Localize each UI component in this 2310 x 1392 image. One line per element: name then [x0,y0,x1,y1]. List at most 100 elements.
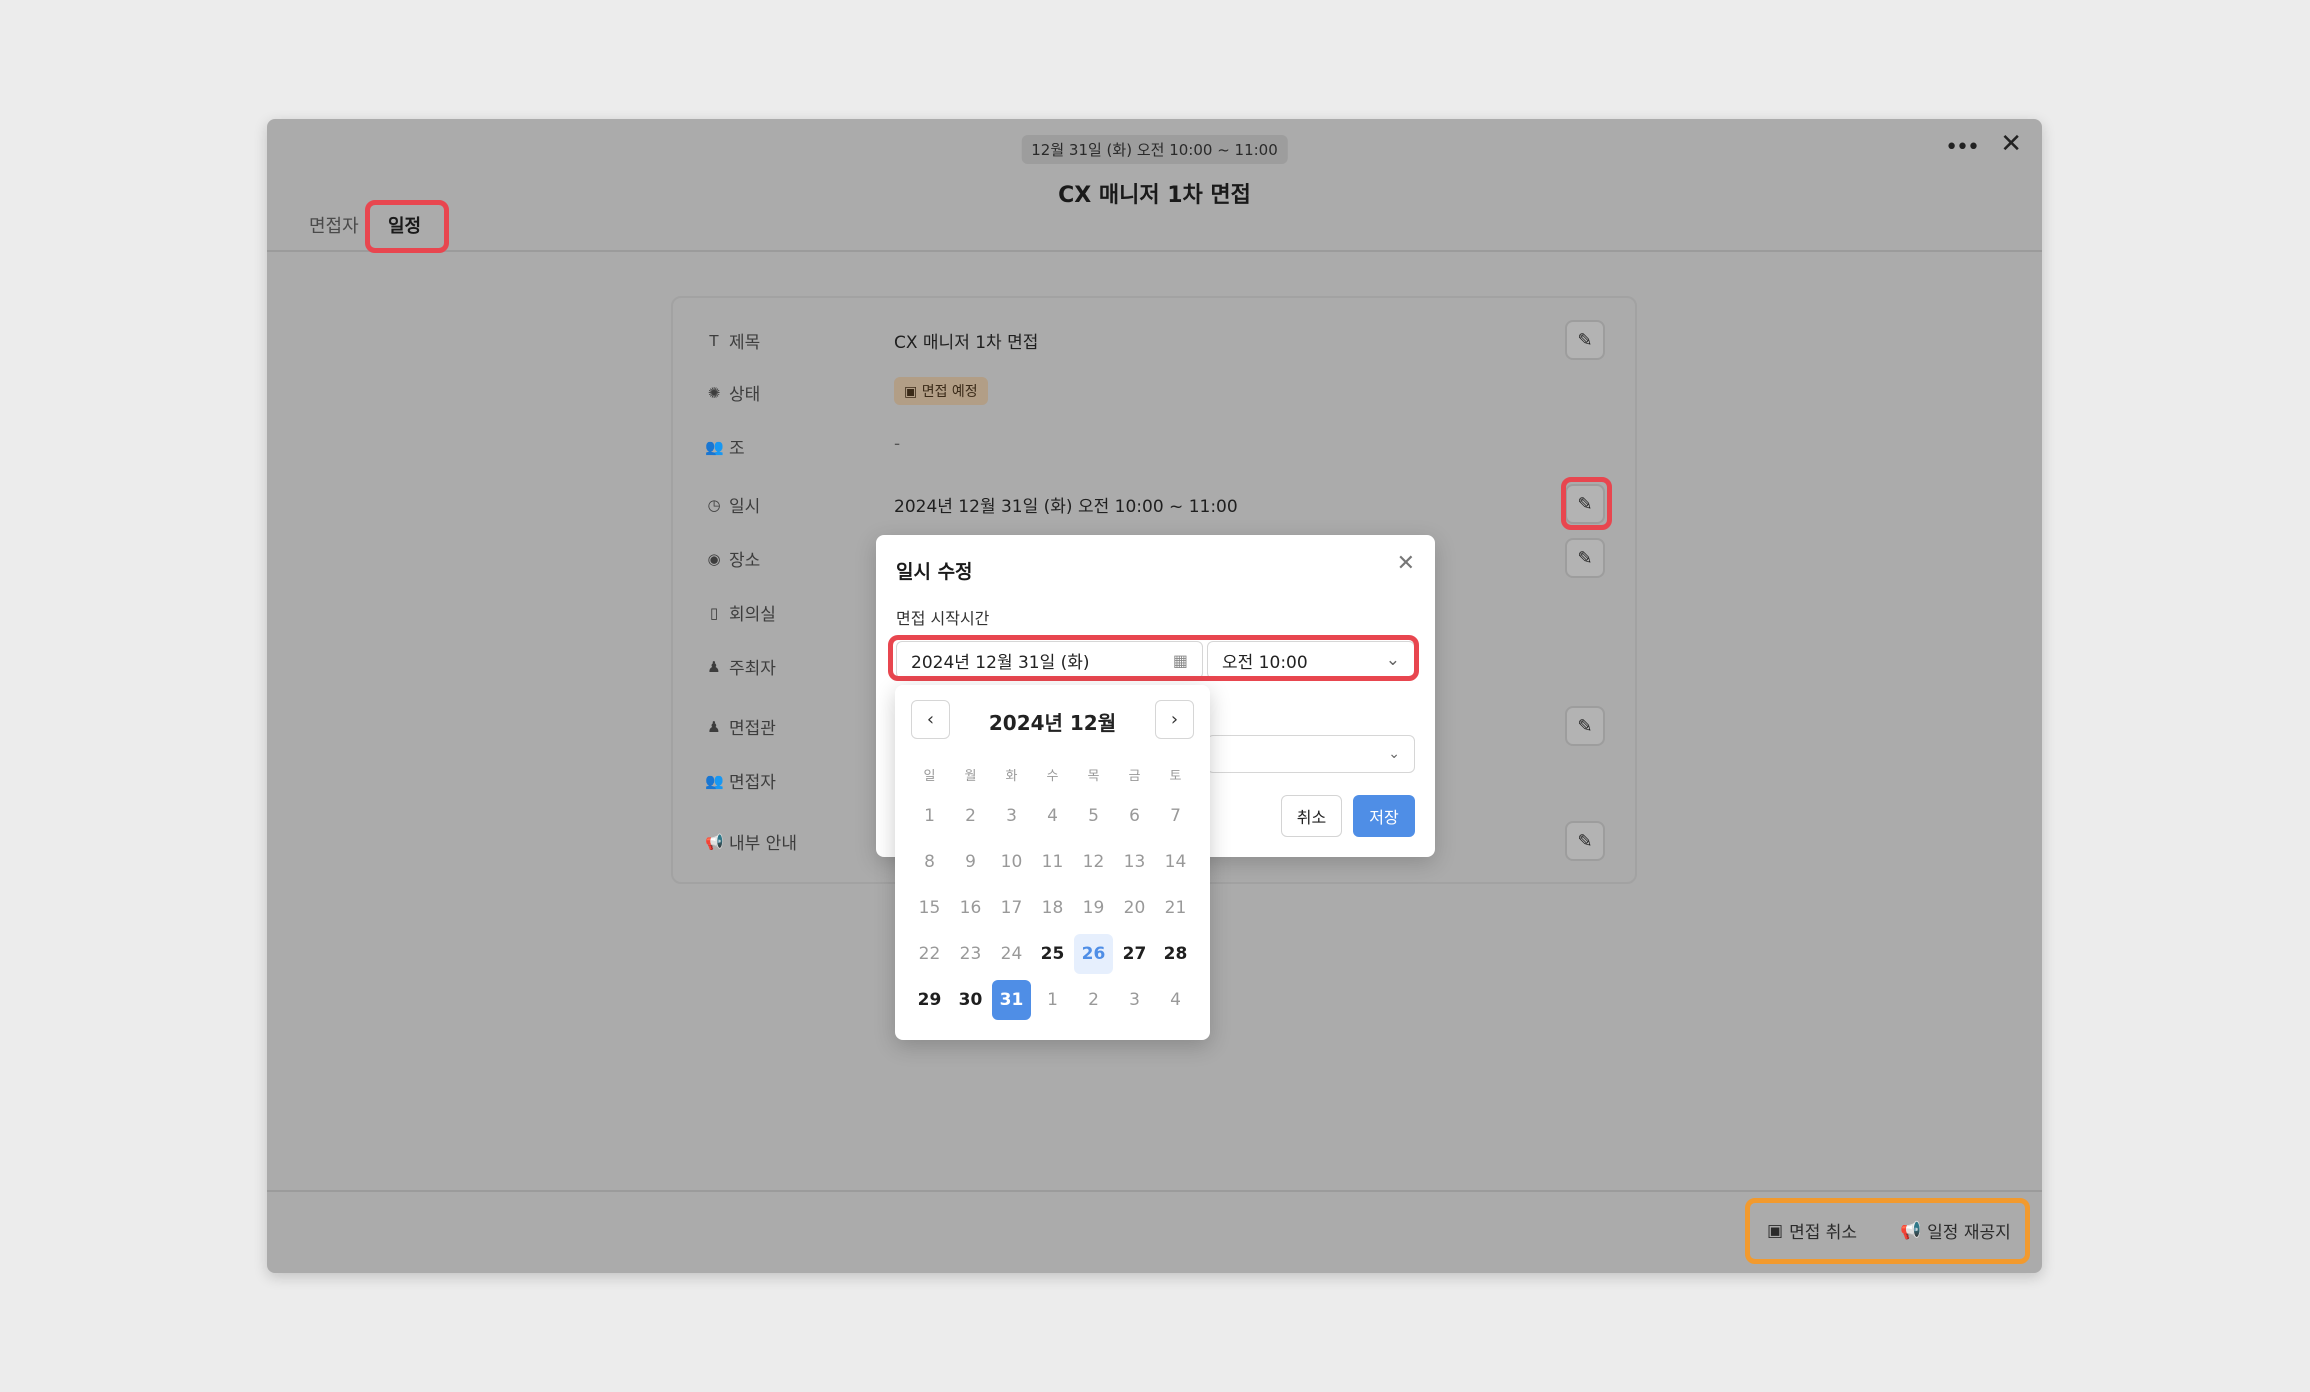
next-month-button[interactable]: › [1155,700,1194,739]
calendar-day[interactable]: 4 [1033,796,1072,836]
more-horizontal-icon[interactable]: ••• [1945,135,1980,160]
calendar-day[interactable]: 20 [1115,888,1154,928]
edit-notice-button[interactable]: ✎ [1565,821,1605,861]
calendar-day[interactable]: 6 [1115,796,1154,836]
calendar-day[interactable]: 18 [1033,888,1072,928]
edit-interviewer-button[interactable]: ✎ [1565,706,1605,746]
date-picker-input[interactable]: 2024년 12월 31일 (화) ▦ [896,641,1203,679]
calendar-day[interactable]: 2 [1074,980,1113,1020]
field-host-label: ♟ 주최자 [705,654,776,680]
calendar-day[interactable]: 21 [1156,888,1195,928]
calendar-day[interactable]: 15 [910,888,949,928]
calendar-day[interactable]: 3 [992,796,1031,836]
cancel-interview-button[interactable]: ▣ 면접 취소 [1767,1218,1858,1244]
calendar-day[interactable]: 29 [910,980,949,1020]
weekday-header: 화 [1005,768,1018,784]
weekday-header: 금 [1128,768,1141,784]
field-group-label: 👥 조 [705,434,745,460]
door-icon: ▯ [709,603,719,622]
calendar-day[interactable]: 27 [1115,934,1154,974]
calendar-day[interactable]: 23 [951,934,990,974]
calendar-day[interactable]: 5 [1074,796,1113,836]
calendar-day[interactable]: 24 [992,934,1031,974]
calendar-day[interactable]: 17 [992,888,1031,928]
calendar-day[interactable]: 10 [992,842,1031,882]
calendar-day[interactable]: 22 [910,934,949,974]
calendar-day[interactable]: 1 [910,796,949,836]
edit-title-button[interactable]: ✎ [1565,320,1605,360]
calendar-day[interactable]: 12 [1074,842,1113,882]
field-label-text: 회의실 [729,605,776,625]
tab-interviewee[interactable]: 면접자 [309,212,359,238]
field-label-text: 면접자 [729,773,776,793]
calendar-icon: ▣ [904,384,918,400]
status-badge: ▣ 면접 예정 [894,377,988,405]
renotify-label: 일정 재공지 [1927,1223,2011,1243]
group-icon: 👥 [705,437,724,456]
user-list-icon: ♟ [707,717,721,736]
location-pin-icon: ◉ [707,549,721,568]
calendar-day[interactable]: 25 [1033,934,1072,974]
calendar-day[interactable]: 13 [1115,842,1154,882]
dialog-title: 일시 수정 [896,561,973,583]
megaphone-icon: 📢 [1900,1220,1922,1241]
date-chip: 12월 31일 (화) 오전 10:00 ~ 11:00 [1021,135,1288,164]
calendar-x-icon: ▣ [1767,1220,1784,1241]
field-label-text: 상태 [729,385,761,405]
cancel-button[interactable]: 취소 [1281,795,1342,837]
calendar-day[interactable]: 30 [951,980,990,1020]
calendar-day[interactable]: 9 [951,842,990,882]
weekday-header: 토 [1169,768,1182,784]
calendar-day[interactable]: 11 [1033,842,1072,882]
field-place-label: ◉ 장소 [705,546,761,572]
weekday-header: 일 [923,768,936,784]
weekday-header: 목 [1087,768,1100,784]
calendar-day[interactable]: 1 [1033,980,1072,1020]
field-interviewee-label: 👥 면접자 [705,768,776,794]
chevron-down-icon: ⌄ [1388,746,1400,762]
status-badge-text: 면접 예정 [921,384,978,400]
field-room-label: ▯ 회의실 [705,600,776,626]
clock-icon: ◷ [707,495,721,514]
calendar-day-today[interactable]: 26 [1074,934,1113,974]
calendar-day[interactable]: 8 [910,842,949,882]
calendar-day[interactable]: 19 [1074,888,1113,928]
calendar-day[interactable]: 28 [1156,934,1195,974]
calendar-day[interactable]: 3 [1115,980,1154,1020]
tab-schedule[interactable]: 일정 [388,212,421,238]
field-label-text: 장소 [729,551,761,571]
calendar-day[interactable]: 16 [951,888,990,928]
calendar-icon: ▦ [1172,650,1188,670]
cancel-interview-label: 면접 취소 [1789,1223,1858,1243]
close-icon[interactable]: ✕ [1397,551,1415,576]
calendar-popover: ‹ 2024년 12월 › 일 월 화 수 목 금 토 1 2 3 4 5 6 7 8 9 10 11 12 13 14… [895,685,1210,1040]
field-datetime-label: ◷ 일시 [705,492,761,518]
calendar-day[interactable]: 14 [1156,842,1195,882]
field-label-text: 일시 [729,497,761,517]
calendar-day[interactable]: 2 [951,796,990,836]
text-icon: T [709,331,719,350]
calendar-grid: 일 월 화 수 목 금 토 1 2 3 4 5 6 7 8 9 10 11 12 13 14 15 16 17 18 19 20 21… [909,755,1196,1023]
users-icon: 👥 [705,771,724,790]
calendar-day[interactable]: 7 [1156,796,1195,836]
save-button[interactable]: 저장 [1353,795,1415,837]
field-label-text: 제목 [729,333,761,353]
edit-place-button[interactable]: ✎ [1565,538,1605,578]
megaphone-icon: 📢 [705,832,724,851]
date-value: 2024년 12월 31일 (화) [911,652,1090,673]
close-icon[interactable]: ✕ [2000,129,2022,159]
field-title-value: CX 매니저 1차 면접 [894,333,1039,353]
weekday-header: 월 [964,768,977,784]
start-time-label: 면접 시작시간 [896,609,990,628]
weekday-header: 수 [1046,768,1059,784]
edit-datetime-button[interactable]: ✎ [1565,484,1605,524]
calendar-day[interactable]: 4 [1156,980,1195,1020]
field-status-label: ✺ 상태 [705,380,761,406]
calendar-day-selected[interactable]: 31 [992,980,1031,1020]
renotify-button[interactable]: 📢 일정 재공지 [1900,1218,2011,1244]
field-label-text: 내부 안내 [729,834,797,854]
time-select[interactable]: 오전 10:00 ⌄ [1207,641,1415,679]
field-group-value: - [894,434,901,454]
field-label-text: 조 [729,439,745,459]
secondary-select[interactable]: ⌄ [1207,735,1415,773]
